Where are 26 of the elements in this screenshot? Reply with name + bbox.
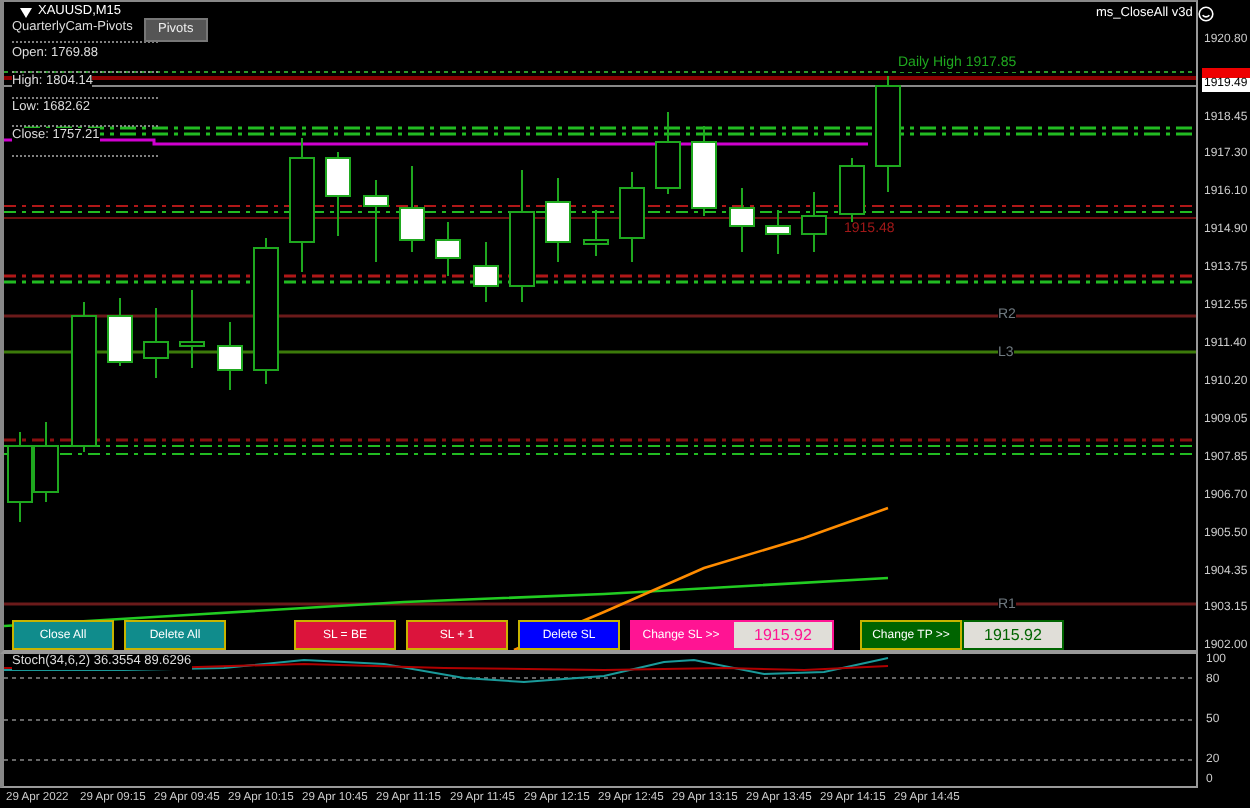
candle: [363, 179, 389, 263]
price-input-field[interactable]: 1915.92: [732, 620, 834, 650]
candle: [289, 137, 315, 273]
candle: [619, 171, 645, 263]
candle: [143, 307, 169, 379]
candle: [435, 221, 461, 277]
candle: [33, 421, 59, 503]
candle: [217, 321, 243, 391]
candle: [7, 431, 33, 523]
candle: [107, 297, 133, 367]
candle: [325, 151, 351, 237]
candle: [729, 187, 755, 253]
candle: [655, 111, 681, 195]
candle: [801, 191, 827, 253]
smiley-icon: [1198, 6, 1215, 22]
candle: [545, 177, 571, 263]
candle: [179, 289, 205, 369]
candle: [875, 75, 901, 193]
candle: [583, 209, 609, 257]
price-input-field[interactable]: 1915.92: [962, 620, 1064, 650]
triangle-icon[interactable]: [20, 7, 32, 17]
candle: [509, 169, 535, 303]
candle: [765, 209, 791, 255]
candle: [399, 165, 425, 253]
candle: [691, 125, 717, 217]
candle: [473, 241, 499, 303]
